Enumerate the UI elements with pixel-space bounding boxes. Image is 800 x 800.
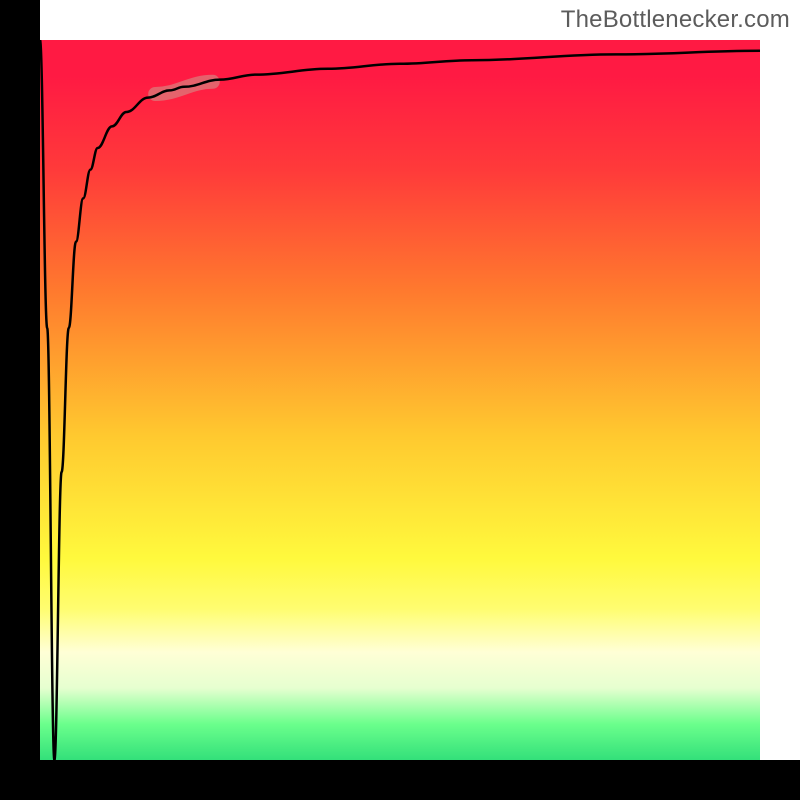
frame-left: [0, 0, 40, 800]
bottleneck-curve: [40, 40, 760, 760]
curve-layer: [40, 40, 760, 760]
watermark-text: TheBottlenecker.com: [561, 6, 790, 34]
frame-bottom: [0, 760, 800, 800]
chart-canvas: TheBottlenecker.com: [0, 0, 800, 800]
